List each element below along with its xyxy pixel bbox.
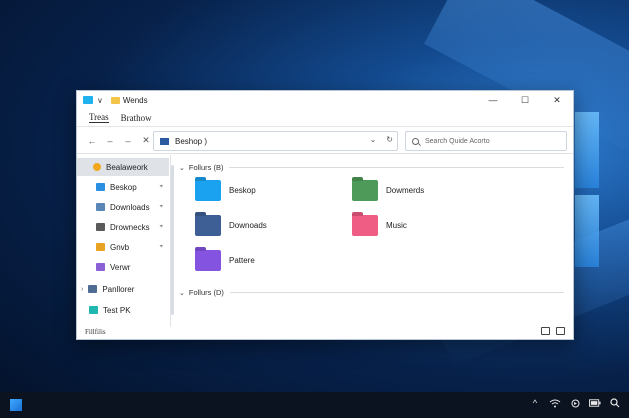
system-tray: ^: [529, 398, 621, 408]
menu-item-file[interactable]: Treas: [89, 112, 109, 123]
star-icon: [93, 163, 101, 171]
sidebar-item-this-pc[interactable]: › Panllorer: [77, 280, 169, 298]
folder-label: Dowmerds: [386, 186, 425, 195]
window-title: Wends: [122, 95, 148, 105]
status-bar: Fillfilis: [77, 325, 573, 339]
show-hidden-icons-chevron-icon[interactable]: ^: [529, 398, 541, 408]
refresh-button[interactable]: ↻: [386, 135, 393, 144]
divider: [229, 167, 564, 168]
sidebar-item-label: Gnvb: [110, 242, 130, 252]
documents-folder-icon: [96, 223, 105, 231]
forward-button[interactable]: –: [101, 136, 119, 146]
battery-icon[interactable]: [589, 398, 601, 408]
close-button[interactable]: ✕: [541, 91, 573, 109]
sidebar-item-quick-access[interactable]: Bealaweork: [77, 158, 169, 176]
folder-tile[interactable]: Music: [352, 215, 407, 236]
address-bar[interactable]: Beshop ) ⌄ ↻: [153, 131, 398, 151]
sidebar-item-label: Verwr: [110, 262, 131, 272]
search-input[interactable]: Search Quide Acorto: [405, 131, 567, 151]
wifi-icon[interactable]: [549, 398, 561, 408]
collapse-chevron-icon[interactable]: ⌄: [179, 289, 185, 297]
divider: [229, 292, 564, 293]
explorer-app-icon[interactable]: [83, 96, 93, 104]
pin-icon[interactable]: ⌖: [160, 224, 163, 231]
search-icon[interactable]: [609, 398, 621, 408]
sidebar-item-drive[interactable]: Test PK: [77, 301, 169, 319]
group-header[interactable]: ⌄ Follurs (D): [179, 288, 564, 297]
window-controls: — ☐ ✕: [477, 91, 573, 109]
wallpaper-logo-pane: [575, 112, 599, 188]
folder-icon: [110, 96, 120, 104]
folder-tile[interactable]: Dowmerds: [352, 180, 424, 201]
sidebar-item-label: Bealaweork: [106, 162, 148, 172]
status-text: Fillfilis: [85, 328, 106, 336]
pc-icon: [88, 285, 98, 293]
group-header[interactable]: ⌄ Follurs (B): [179, 163, 564, 172]
pin-icon[interactable]: ⌖: [160, 184, 163, 191]
search-placeholder: Search Quide Acorto: [425, 137, 490, 145]
folder-label: Music: [386, 221, 407, 230]
sidebar-item-label: Panllorer: [102, 284, 135, 294]
maximize-button[interactable]: ☐: [509, 91, 541, 109]
folder-label: Beskop: [229, 186, 256, 195]
folder-tile[interactable]: Beskop: [195, 180, 256, 201]
file-explorer-window: ∨ Wends — ☐ ✕ Treas Brathow ← – – ✕ Besh…: [76, 90, 574, 340]
sidebar-item-label: Beskop: [110, 182, 137, 192]
menu-item-view[interactable]: Brathow: [121, 113, 152, 123]
taskbar: ^: [0, 392, 629, 418]
folder-tile[interactable]: Pattere: [195, 250, 255, 271]
downloads-folder-icon: [96, 203, 105, 211]
sidebar-item-desktop[interactable]: Beskop ⌖: [77, 178, 169, 196]
sidebar-item-pictures[interactable]: Gnvb ⌖: [77, 238, 169, 256]
navigation-pane: Bealaweork Beskop ⌖ Downloads ⌖ Drowneck…: [77, 155, 174, 327]
pin-icon[interactable]: ⌖: [160, 244, 163, 251]
volume-icon[interactable]: [569, 398, 581, 408]
file-list: ⌄ Follurs (B) Beskop Dowmerds Downoads M…: [177, 157, 567, 322]
documents-folder-icon: [352, 180, 378, 201]
desktop-folder-icon: [195, 180, 221, 201]
view-switcher: [541, 327, 565, 335]
expand-chevron-icon[interactable]: ›: [81, 286, 83, 293]
wallpaper-logo-pane: [575, 195, 599, 267]
drive-icon: [89, 306, 98, 314]
music-folder-icon: [352, 215, 378, 236]
sidebar-scrollbar[interactable]: [171, 165, 174, 315]
sidebar-item-label: Drownecks: [110, 222, 150, 232]
pictures-folder-icon: [195, 250, 221, 271]
details-view-icon[interactable]: [541, 327, 550, 335]
address-path: Beshop ): [175, 136, 208, 146]
quick-access-chevron-icon[interactable]: ∨: [97, 96, 103, 105]
navigation-bar: ← – – ✕ Beshop ) ⌄ ↻ Search Quide Acorto: [77, 128, 573, 154]
sidebar-item-videos[interactable]: Verwr: [77, 258, 169, 276]
back-button[interactable]: ←: [83, 136, 101, 146]
group-header-label: Follurs (B): [188, 163, 224, 172]
search-icon: [412, 137, 419, 145]
sidebar-item-label: Test PK: [103, 305, 131, 315]
tiles-view-icon[interactable]: [556, 327, 565, 335]
sidebar-item-documents[interactable]: Drownecks ⌖: [77, 218, 169, 236]
videos-folder-icon: [96, 263, 105, 271]
folder-tile[interactable]: Downoads: [195, 215, 267, 236]
folder-label: Pattere: [229, 256, 255, 265]
desktop-folder-icon: [96, 183, 105, 191]
desktop-location-icon: [160, 137, 169, 145]
start-button[interactable]: [10, 399, 22, 411]
collapse-chevron-icon[interactable]: ⌄: [179, 164, 185, 172]
address-dropdown-icon[interactable]: ⌄: [370, 135, 377, 144]
sidebar-item-label: Downloads: [110, 202, 150, 212]
menu-bar: Treas Brathow: [77, 109, 573, 127]
group-header-label: Follurs (D): [188, 288, 224, 297]
minimize-button[interactable]: —: [477, 91, 509, 109]
sidebar-item-downloads[interactable]: Downloads ⌖: [77, 198, 169, 216]
pin-icon[interactable]: ⌖: [160, 204, 163, 211]
title-bar: ∨ Wends — ☐ ✕: [77, 91, 573, 109]
up-button[interactable]: –: [119, 136, 137, 146]
folder-label: Downoads: [229, 221, 267, 230]
downloads-folder-icon: [195, 215, 221, 236]
pictures-folder-icon: [96, 243, 105, 251]
